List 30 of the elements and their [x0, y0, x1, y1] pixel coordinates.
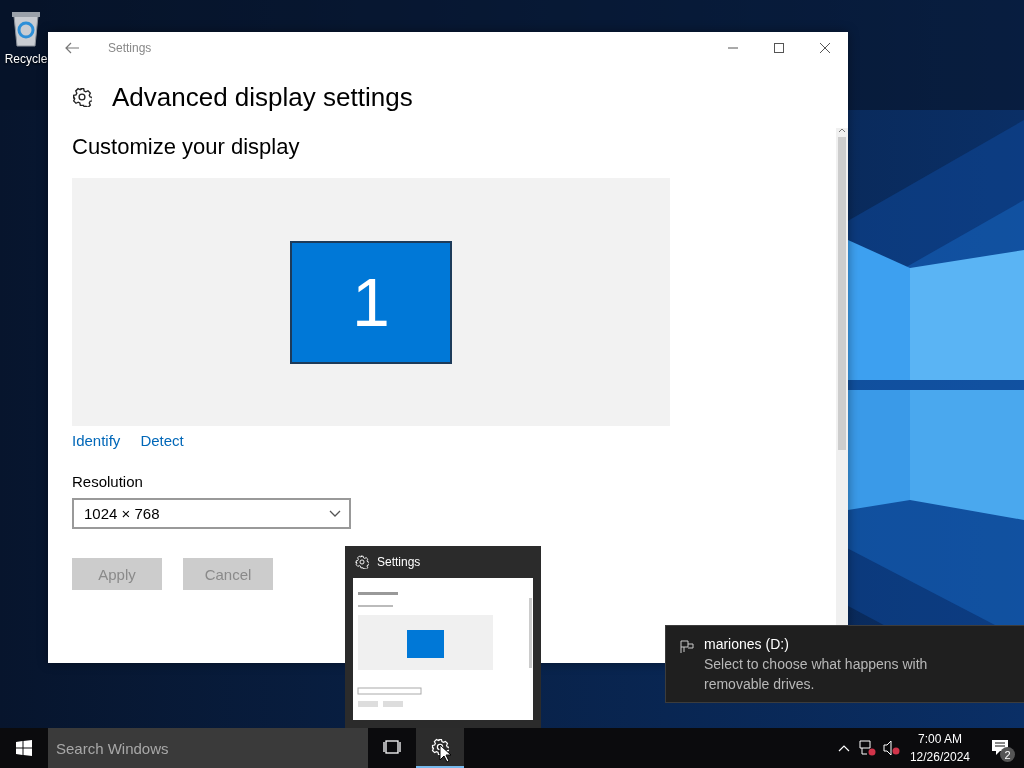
search-field[interactable]: Search Windows [48, 728, 368, 768]
page-heading: Advanced display settings [112, 81, 413, 113]
field-label: Resolution [72, 473, 144, 490]
task-view-icon [382, 740, 402, 754]
window-thumbnail-drawing[interactable] [353, 578, 533, 720]
chevron-down-icon [329, 509, 341, 518]
action-center-button[interactable]: 2 [976, 728, 1024, 768]
display-monitor[interactable]: 1 [290, 240, 452, 364]
section-heading: Customize your display [72, 134, 301, 160]
clock[interactable]: 7:00 AM 12/26/2024 [903, 730, 976, 766]
maximize-icon [774, 43, 784, 53]
drive-icon [680, 640, 694, 654]
close-icon [820, 43, 830, 53]
link[interactable]: Identify [72, 432, 121, 449]
mouse-pointer-icon [439, 744, 451, 763]
notification-title: mariones (D:) [704, 636, 790, 652]
notification-body: Select to choose what happens with removable drives. [704, 655, 929, 694]
link[interactable]: Detect [140, 432, 184, 449]
popup-title: Settings [377, 555, 421, 569]
back-arrow-icon [65, 42, 79, 54]
settings-icon [72, 87, 92, 107]
notification-count: 2 [1000, 747, 1015, 762]
settings-icon [355, 555, 369, 569]
resolution-dropdown[interactable]: 1024 × 768 [72, 498, 351, 529]
desktop-icon-label: Recycle [4, 52, 48, 66]
windows-logo-icon [16, 740, 32, 756]
notification-toast[interactable]: mariones (D:) Select to choose what happens with removable drives. [665, 625, 1024, 703]
taskbar-app-button[interactable] [416, 728, 464, 768]
scroll-up-icon[interactable] [838, 128, 846, 133]
window-title: Settings [108, 41, 153, 55]
